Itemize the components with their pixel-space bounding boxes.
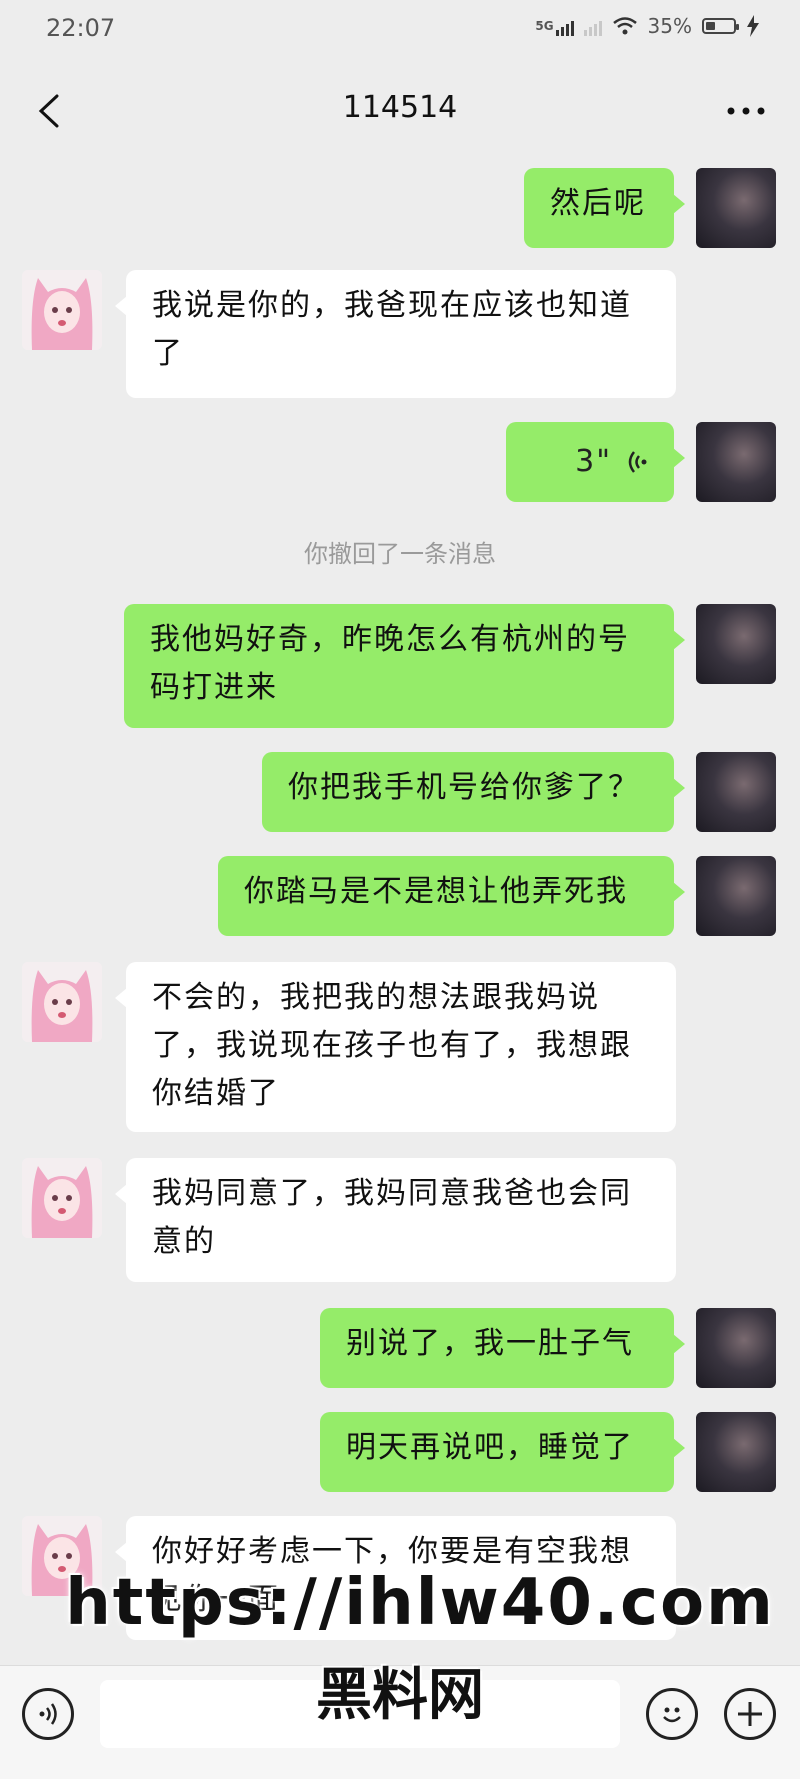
contact-avatar[interactable] [22, 1516, 102, 1596]
voice-input-button[interactable] [22, 1688, 74, 1740]
input-bar [0, 1665, 800, 1779]
my-avatar[interactable] [696, 422, 776, 502]
more-icon [727, 107, 765, 115]
status-bar: 22:07 5G 35% [0, 0, 800, 60]
my-avatar[interactable] [696, 1308, 776, 1388]
voice-message-bubble[interactable]: 3" [506, 422, 685, 502]
chat-title: 114514 [342, 90, 458, 125]
message-bubble-incoming[interactable]: 不会的，我把我的想法跟我妈说了，我说现在孩子也有了，我想跟你结婚了 [115, 962, 676, 1132]
voice-wave-icon [628, 451, 647, 473]
message-bubble-outgoing[interactable]: 明天再说吧，睡觉了 [320, 1412, 685, 1492]
voice-icon [39, 1703, 57, 1725]
message-bubble-outgoing[interactable]: 你把我手机号给你爹了？ [262, 752, 685, 832]
plus-button[interactable] [724, 1688, 776, 1740]
battery-percent: 35% [647, 14, 692, 38]
status-time: 22:07 [46, 14, 116, 42]
message-bubble-outgoing[interactable]: 然后呢 [524, 168, 685, 248]
charging-icon [747, 15, 759, 37]
signal-icon-secondary [583, 16, 602, 36]
emoji-icon [663, 1707, 681, 1723]
battery-icon [702, 18, 739, 34]
plus-icon [738, 1702, 762, 1726]
message-bubble-incoming[interactable]: 我说是你的，我爸现在应该也知道了 [115, 270, 676, 398]
message-bubble-outgoing[interactable]: 我他妈好奇，昨晚怎么有杭州的号码打进来 [124, 604, 685, 728]
my-avatar[interactable] [696, 856, 776, 936]
my-avatar[interactable] [696, 168, 776, 248]
message-bubble-outgoing[interactable]: 你踏马是不是想让他弄死我 [218, 856, 685, 936]
message-bubble-outgoing[interactable]: 别说了，我一肚子气 [320, 1308, 685, 1388]
contact-avatar[interactable] [22, 1158, 102, 1238]
voice-duration: 3" [575, 444, 612, 479]
status-icons: 5G 35% [535, 14, 760, 38]
message-bubble-incoming[interactable]: 你好好考虑一下，你要是有空我想见你一面 [115, 1516, 676, 1640]
my-avatar[interactable] [696, 1412, 776, 1492]
my-avatar[interactable] [696, 604, 776, 684]
more-button[interactable] [718, 88, 774, 134]
message-input[interactable] [100, 1680, 620, 1748]
signal-icon [555, 16, 574, 36]
recall-notice: 你撤回了一条消息 [304, 540, 496, 568]
network-label: 5G [535, 19, 554, 33]
emoji-button[interactable] [646, 1688, 698, 1740]
wifi-icon [612, 17, 637, 35]
my-avatar[interactable] [696, 752, 776, 832]
contact-avatar[interactable] [22, 270, 102, 350]
chat-header: 114514 [0, 60, 800, 162]
message-bubble-incoming[interactable]: 我妈同意了，我妈同意我爸也会同意的 [115, 1158, 676, 1282]
contact-avatar[interactable] [22, 962, 102, 1042]
